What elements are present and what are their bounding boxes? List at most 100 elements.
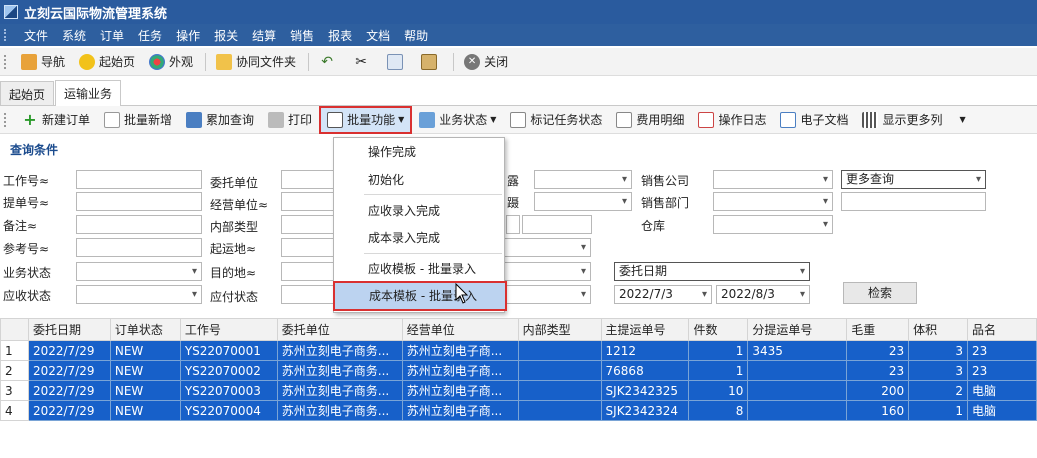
appearance-button[interactable]: 外观 [143, 51, 201, 73]
cell-pieces[interactable]: 8 [688, 400, 749, 421]
toolbar-overflow-button[interactable]: ▼ [949, 108, 972, 132]
cell-pieces[interactable]: 10 [688, 380, 749, 401]
tab-start-page[interactable]: 起始页 [0, 81, 55, 105]
menu-help[interactable]: 帮助 [397, 27, 435, 44]
batch-add-button[interactable]: 批量新增 [97, 108, 179, 132]
cell-volume[interactable]: 3 [908, 340, 969, 361]
cell-order-status[interactable]: NEW [109, 380, 181, 401]
undo-button[interactable]: ↶ [313, 51, 347, 73]
warehouse-select[interactable] [713, 215, 833, 234]
cell-order-status[interactable]: NEW [109, 400, 181, 421]
cell-pieces[interactable]: 1 [688, 360, 749, 381]
bl-no-input[interactable] [76, 192, 202, 211]
menu-item-operation-complete[interactable]: 操作完成 [334, 141, 504, 163]
cell-consign-date[interactable]: 2022/7/29 [27, 400, 111, 421]
fee-detail-button[interactable]: 费用明细 [609, 108, 691, 132]
remark-input[interactable] [76, 215, 202, 234]
col-header-volume[interactable]: 体积 [908, 318, 969, 341]
cell-order-status[interactable]: NEW [109, 360, 181, 381]
cell-master-bl[interactable]: SJK2342324 [600, 400, 690, 421]
menu-item-cost-template-batch[interactable]: 成本模板 - 批量录入 [333, 281, 507, 311]
menu-customs[interactable]: 报关 [207, 27, 245, 44]
cell-goods-name[interactable]: 23 [967, 360, 1037, 381]
new-order-button[interactable]: + 新建订单 [15, 108, 97, 132]
internal-type-input[interactable] [281, 215, 335, 234]
sales-company-select[interactable] [713, 170, 833, 189]
cell-goods-name[interactable]: 23 [967, 340, 1037, 361]
cell-volume[interactable]: 1 [908, 400, 969, 421]
operation-log-button[interactable]: 操作日志 [691, 108, 773, 132]
business-status-button[interactable]: 业务状态 ▼ [412, 108, 503, 132]
cell-internal-type[interactable] [517, 340, 602, 361]
col-header-internal-type[interactable]: 内部类型 [517, 318, 602, 341]
sales-dept-select[interactable] [713, 192, 833, 211]
cell-operator-unit[interactable]: 苏州立刻电子商... [401, 400, 519, 421]
cell-internal-type[interactable] [517, 360, 602, 381]
cut-button[interactable]: ✂ [347, 51, 381, 73]
partial-select-2[interactable] [534, 192, 632, 211]
cell-house-bl[interactable] [747, 400, 848, 421]
more-query-input[interactable] [841, 192, 986, 211]
col-header-gross-weight[interactable]: 毛重 [846, 318, 910, 341]
cell-gross-weight[interactable]: 200 [846, 380, 910, 401]
menu-report[interactable]: 报表 [321, 27, 359, 44]
menu-sales[interactable]: 销售 [283, 27, 321, 44]
cell-job-no[interactable]: YS22070002 [179, 360, 278, 381]
partial-input-3b[interactable] [522, 215, 592, 234]
cell-house-bl[interactable] [747, 380, 848, 401]
more-query-select[interactable]: 更多查询 [841, 170, 986, 189]
cell-master-bl[interactable]: SJK2342325 [600, 380, 690, 401]
date-to-input[interactable]: 2022/8/3 [716, 285, 810, 304]
cumulative-query-button[interactable]: 累加查询 [179, 108, 261, 132]
job-no-input[interactable] [76, 170, 202, 189]
paste-button[interactable] [415, 51, 449, 73]
table-row[interactable]: 2 2022/7/29 NEW YS22070002 苏州立刻电子商务... 苏… [0, 360, 1037, 381]
cell-pieces[interactable]: 1 [688, 340, 749, 361]
cell-consignor[interactable]: 苏州立刻电子商务... [276, 380, 403, 401]
ar-status-select[interactable] [76, 285, 202, 304]
col-header-job-no[interactable]: 工作号 [179, 318, 278, 341]
cell-internal-type[interactable] [517, 380, 602, 401]
cell-operator-unit[interactable]: 苏州立刻电子商... [401, 360, 519, 381]
table-row[interactable]: 3 2022/7/29 NEW YS22070003 苏州立刻电子商务... 苏… [0, 380, 1037, 401]
cell-consign-date[interactable]: 2022/7/29 [27, 380, 111, 401]
print-button[interactable]: 打印 [261, 108, 319, 132]
cell-job-no[interactable]: YS22070001 [179, 340, 278, 361]
col-header-pieces[interactable]: 件数 [688, 318, 749, 341]
cell-gross-weight[interactable]: 160 [846, 400, 910, 421]
cell-goods-name[interactable]: 电脑 [967, 400, 1037, 421]
cell-operator-unit[interactable]: 苏州立刻电子商... [401, 340, 519, 361]
mark-task-status-button[interactable]: 标记任务状态 [503, 108, 609, 132]
shared-folder-button[interactable]: 协同文件夹 [210, 51, 304, 73]
cell-master-bl[interactable]: 1212 [600, 340, 690, 361]
cell-volume[interactable]: 3 [908, 360, 969, 381]
col-header-operator-unit[interactable]: 经营单位 [401, 318, 519, 341]
col-header-order-status[interactable]: 订单状态 [109, 318, 181, 341]
date-from-input[interactable]: 2022/7/3 [614, 285, 712, 304]
tab-transport-business[interactable]: 运输业务 [55, 80, 122, 106]
cell-house-bl[interactable]: 3435 [747, 340, 848, 361]
col-header-goods-name[interactable]: 品名 [967, 318, 1037, 341]
cell-order-status[interactable]: NEW [109, 340, 181, 361]
cell-gross-weight[interactable]: 23 [846, 360, 910, 381]
cell-master-bl[interactable]: 76868 [600, 360, 690, 381]
batch-function-button[interactable]: 批量功能 ▼ [319, 105, 413, 134]
navigation-button[interactable]: 导航 [15, 51, 73, 73]
cell-house-bl[interactable] [747, 360, 848, 381]
menu-settlement[interactable]: 结算 [245, 27, 283, 44]
biz-status-select[interactable] [76, 262, 202, 281]
cell-consignor[interactable]: 苏州立刻电子商务... [276, 340, 403, 361]
col-header-master-bl[interactable]: 主提运单号 [600, 318, 690, 341]
operator-unit-input[interactable] [281, 192, 335, 211]
menu-task[interactable]: 任务 [131, 27, 169, 44]
cell-gross-weight[interactable]: 23 [846, 340, 910, 361]
col-header-consignor[interactable]: 委托单位 [276, 318, 403, 341]
col-header-house-bl[interactable]: 分提运单号 [747, 318, 848, 341]
cell-consign-date[interactable]: 2022/7/29 [27, 340, 111, 361]
search-button[interactable]: 检索 [843, 282, 917, 304]
cell-job-no[interactable]: YS22070003 [179, 380, 278, 401]
show-more-columns-button[interactable]: 显示更多列 [855, 108, 949, 132]
partial-input-3a[interactable] [506, 215, 520, 234]
menu-document[interactable]: 文档 [359, 27, 397, 44]
date-field-select[interactable]: 委托日期 [614, 262, 810, 281]
